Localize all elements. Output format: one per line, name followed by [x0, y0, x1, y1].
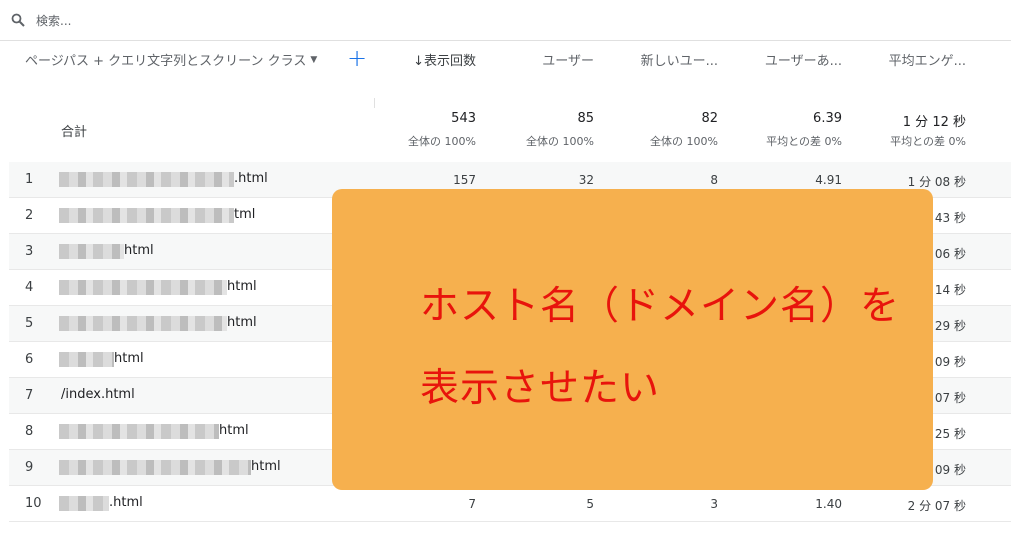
row-index: 8 — [25, 424, 34, 439]
page-path[interactable]: .html — [234, 171, 268, 186]
cell-avg-engagement: 43 秒 — [934, 211, 966, 225]
row-index: 4 — [25, 280, 34, 295]
redacted-path — [59, 316, 227, 331]
annotation-line-2: 表示させたい — [420, 366, 661, 411]
total-views: 543 — [451, 111, 476, 126]
search-icon — [11, 13, 25, 27]
column-header-views[interactable]: ↓表示回数 — [413, 50, 476, 69]
page-path[interactable]: html — [227, 315, 257, 330]
total-views-per-user-sub: 平均との差 0% — [766, 135, 842, 148]
total-avg-engagement: 1 分 12 秒 — [902, 115, 966, 130]
row-index: 7 — [25, 388, 34, 403]
search-input[interactable] — [34, 10, 638, 32]
cell-avg-engagement: 29 秒 — [934, 319, 966, 333]
annotation-line-1: ホスト名（ドメイン名）を — [420, 284, 901, 329]
total-users: 85 — [577, 111, 594, 126]
dimension-selector[interactable]: ページパス + クエリ文字列とスクリーン クラス ▼ — [25, 50, 317, 69]
cell-new-users: 3 — [710, 497, 718, 511]
page-path[interactable]: tml — [234, 207, 255, 222]
dimension-header-label: ページパス + クエリ文字列とスクリーン クラス — [25, 54, 307, 69]
cell-avg-engagement: 14 秒 — [934, 283, 966, 297]
annotation-callout: ホスト名（ドメイン名）を 表示させたい — [332, 189, 933, 490]
row-index: 3 — [25, 244, 34, 259]
dropdown-caret-icon: ▼ — [310, 54, 318, 65]
redacted-path — [59, 460, 251, 475]
column-header-users[interactable]: ユーザー — [542, 50, 594, 69]
redacted-path — [59, 352, 114, 367]
cell-avg-engagement: 1 分 08 秒 — [907, 175, 966, 189]
column-header-avg-engagement[interactable]: 平均エンゲ... — [889, 50, 966, 69]
table-header: ページパス + クエリ文字列とスクリーン クラス ▼ + ↓表示回数 ユーザー … — [9, 40, 1011, 162]
column-divider — [374, 98, 375, 108]
redacted-path — [59, 244, 124, 259]
cell-views: 7 — [468, 497, 476, 511]
cell-users: 5 — [586, 497, 594, 511]
row-index: 10 — [25, 496, 42, 511]
row-index: 5 — [25, 316, 34, 331]
add-dimension-button[interactable]: + — [345, 46, 369, 70]
cell-new-users: 8 — [710, 173, 718, 187]
row-index: 6 — [25, 352, 34, 367]
page-path[interactable]: html — [227, 279, 257, 294]
redacted-path — [59, 172, 234, 187]
table-row[interactable]: 10 .html 7 5 3 1.40 2 分 07 秒 — [9, 486, 1011, 522]
column-header-views-per-user[interactable]: ユーザーあ... — [765, 50, 842, 69]
cell-users: 32 — [578, 173, 594, 187]
page-path[interactable]: html — [124, 243, 154, 258]
row-index: 2 — [25, 208, 34, 223]
page-path[interactable]: .html — [109, 495, 143, 510]
total-users-sub: 全体の 100% — [526, 135, 594, 148]
cell-views-per-user: 4.91 — [815, 173, 842, 187]
redacted-path — [59, 496, 109, 511]
total-views-sub: 全体の 100% — [408, 135, 476, 148]
cell-avg-engagement: 09 秒 — [934, 463, 966, 477]
row-index: 1 — [25, 172, 34, 187]
redacted-path — [59, 208, 234, 223]
cell-avg-engagement: 06 秒 — [934, 247, 966, 261]
column-header-new-users[interactable]: 新しいユー... — [641, 50, 718, 69]
search-bar[interactable] — [0, 0, 1011, 41]
redacted-path — [59, 280, 227, 295]
total-avg-engagement-sub: 平均との差 0% — [890, 135, 966, 148]
page-path[interactable]: html — [219, 423, 249, 438]
cell-avg-engagement: 09 秒 — [934, 355, 966, 369]
total-label: 合計 — [61, 125, 88, 140]
redacted-path — [59, 424, 219, 439]
page-path[interactable]: html — [114, 351, 144, 366]
page-path[interactable]: html — [251, 459, 281, 474]
row-index: 9 — [25, 460, 34, 475]
total-views-per-user: 6.39 — [813, 111, 842, 126]
total-new-users: 82 — [701, 111, 718, 126]
cell-views: 157 — [453, 173, 476, 187]
cell-avg-engagement: 25 秒 — [934, 427, 966, 441]
cell-avg-engagement: 2 分 07 秒 — [907, 499, 966, 513]
cell-views-per-user: 1.40 — [815, 497, 842, 511]
total-new-users-sub: 全体の 100% — [650, 135, 718, 148]
page-path[interactable]: /index.html — [61, 387, 135, 402]
cell-avg-engagement: 07 秒 — [934, 391, 966, 405]
